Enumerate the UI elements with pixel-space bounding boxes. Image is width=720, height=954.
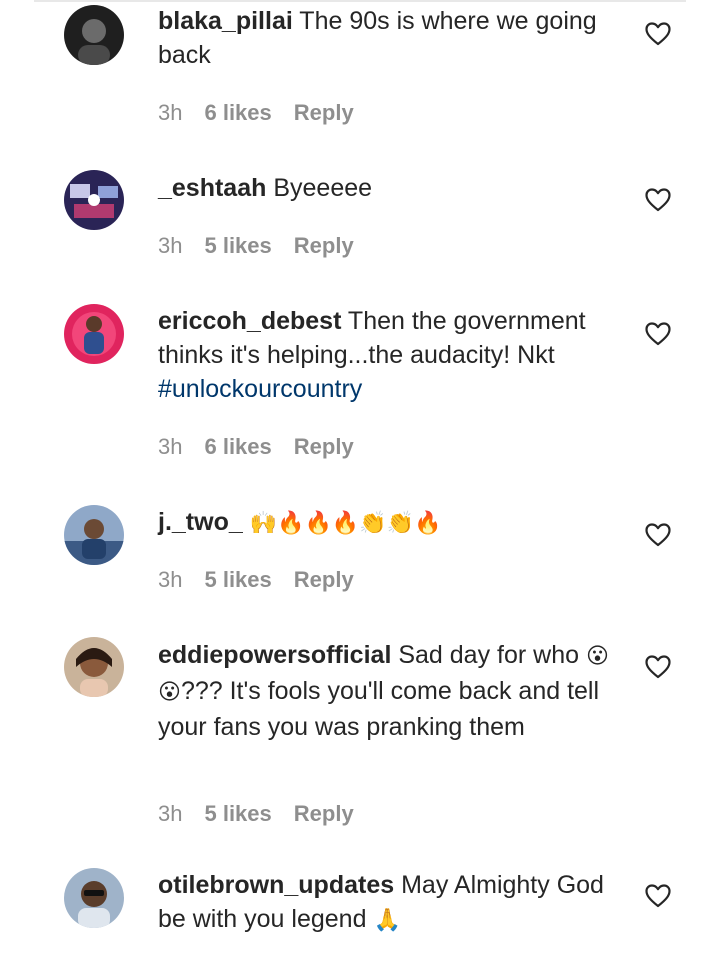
timestamp: 3h: [158, 801, 183, 826]
username[interactable]: eddiepowersofficial: [158, 641, 391, 669]
comment-body: Sad day for who: [398, 641, 580, 669]
heart-outline-icon[interactable]: [645, 655, 671, 679]
reply-button[interactable]: Reply: [294, 801, 354, 827]
emoji-reaction: 🙌🔥🔥🔥👏👏🔥: [249, 511, 442, 536]
heart-outline-icon[interactable]: [645, 188, 671, 212]
comment-text: ericcoh_debest Then the government think…: [158, 304, 618, 406]
comment-body: Byeeeee: [273, 174, 373, 202]
heart-outline-icon[interactable]: [645, 22, 671, 46]
comment-text: eddiepowersofficial Sad day for who 😮😮??…: [158, 638, 618, 744]
avatar[interactable]: [64, 5, 124, 65]
comment-meta: 3h 6 likes Reply: [158, 100, 354, 126]
comment-meta: 3h 5 likes Reply: [158, 567, 354, 593]
heart-outline-icon[interactable]: [645, 523, 671, 547]
heart-outline-icon[interactable]: [645, 884, 671, 908]
avatar[interactable]: [64, 868, 124, 928]
comment-text: j._two_ 🙌🔥🔥🔥👏👏🔥: [158, 505, 618, 541]
username[interactable]: otilebrown_updates: [158, 871, 394, 899]
top-divider: [34, 0, 686, 2]
likes-count[interactable]: 6 likes: [204, 434, 271, 460]
username[interactable]: ericcoh_debest: [158, 307, 341, 335]
username[interactable]: j._two_: [158, 508, 243, 536]
comment-text: otilebrown_updates May Almighty God be w…: [158, 868, 618, 938]
likes-count[interactable]: 6 likes: [204, 100, 271, 126]
comment-body-continued: ??? It's fools you'll come back and tell…: [158, 677, 600, 741]
reply-button[interactable]: Reply: [294, 100, 354, 126]
likes-count[interactable]: 5 likes: [204, 567, 271, 593]
emoji-reaction: 🙏: [373, 908, 401, 933]
likes-count[interactable]: 5 likes: [204, 233, 271, 259]
comment-text: blaka_pillai The 90s is where we going b…: [158, 4, 618, 72]
hashtag-link[interactable]: #unlockourcountry: [158, 375, 362, 403]
heart-outline-icon[interactable]: [645, 322, 671, 346]
avatar[interactable]: [64, 304, 124, 364]
avatar[interactable]: [64, 170, 124, 230]
avatar[interactable]: [64, 505, 124, 565]
timestamp: 3h: [158, 434, 183, 459]
comment-meta: 3h 5 likes Reply: [158, 801, 354, 827]
comment-meta: 3h 5 likes Reply: [158, 233, 354, 259]
username[interactable]: blaka_pillai: [158, 7, 293, 35]
reply-button[interactable]: Reply: [294, 567, 354, 593]
likes-count[interactable]: 5 likes: [204, 801, 271, 827]
timestamp: 3h: [158, 233, 183, 258]
comment-text: _eshtaah Byeeeee: [158, 171, 618, 205]
timestamp: 3h: [158, 100, 183, 125]
username[interactable]: _eshtaah: [158, 174, 266, 202]
timestamp: 3h: [158, 567, 183, 592]
avatar[interactable]: [64, 637, 124, 697]
reply-button[interactable]: Reply: [294, 434, 354, 460]
reply-button[interactable]: Reply: [294, 233, 354, 259]
comment-meta: 3h 6 likes Reply: [158, 434, 354, 460]
